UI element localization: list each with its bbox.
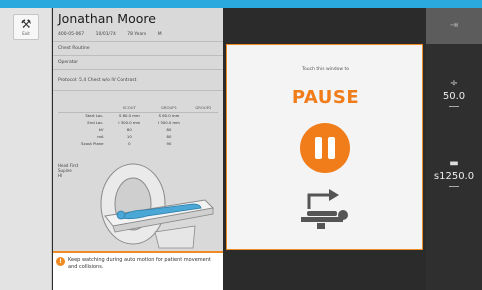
pause-title: PAUSE [291, 87, 360, 108]
divider [53, 41, 223, 42]
operator-label: Operator [58, 60, 79, 65]
pause-button[interactable] [300, 123, 350, 173]
table-position-readout: ▬ s1250.0 [426, 158, 482, 187]
ct-scanner-illustration [100, 163, 215, 249]
patient-info-row: 400-05-067 10/01/74 78 Years M [58, 32, 172, 37]
warning-icon: ! [56, 257, 65, 266]
table-row: Start Loc. S 60.0 mm S 60.0 mm [58, 112, 218, 119]
table-cell: S 60.0 mm [158, 113, 180, 119]
table-header [58, 104, 110, 113]
table-header-row: SCOUT GROUP1 GROUP2 [58, 104, 218, 113]
table-cell [189, 140, 218, 147]
table-cell [189, 133, 218, 140]
divider [449, 106, 459, 107]
table-cell: 80 [166, 134, 172, 139]
table-cell: I 300.0 mm [158, 120, 180, 125]
table-cell: 90 [166, 141, 172, 146]
patient-name: Jonathan Moore [58, 11, 156, 26]
patient-dob: 10/01/74 [95, 32, 116, 37]
scan-parameters-table: SCOUT GROUP1 GROUP2 Start Loc. S 60.0 mm… [58, 104, 218, 147]
divider [53, 90, 223, 91]
right-panel: ⇥ ÷ 50.0 ▬ s1250.0 [426, 8, 482, 290]
table-row: Scout Plane 0 90 [58, 140, 218, 147]
table-cell: 0 [128, 141, 131, 146]
table-row: kV 80 80 [58, 126, 218, 133]
table-row: mA 10 80 [58, 133, 218, 140]
pause-panel[interactable]: Touch this window to PAUSE [226, 44, 423, 250]
patient-panel: Jonathan Moore 400-05-067 10/01/74 78 Ye… [53, 8, 223, 251]
table-row: End Loc. I 300.0 mm I 300.0 mm [58, 119, 218, 126]
exit-button[interactable]: ⇥ [426, 8, 482, 44]
divider [449, 186, 459, 187]
left-rail: ⚒ Exit [0, 8, 52, 290]
protocol-label: Protocol: 5.4 Chest w/o IV Contrast [58, 78, 137, 83]
table-cell: 80 [166, 127, 172, 132]
table-cell [189, 126, 218, 133]
warning-text: Keep watching during auto motion for pat… [68, 257, 211, 270]
table-cell: Scout Plane [81, 141, 104, 146]
tools-button-label: Exit [22, 31, 30, 36]
warning-banner: ! Keep watching during auto motion for p… [53, 251, 223, 290]
divider [53, 55, 223, 56]
height-icon: ÷ [449, 78, 459, 89]
table-height-readout: ÷ 50.0 [426, 78, 482, 107]
patient-age: 78 Years [127, 32, 147, 37]
table-cell: 10 [126, 134, 132, 139]
table-position-value: s1250.0 [433, 171, 475, 182]
table-cell [189, 112, 218, 119]
exit-icon: ⇥ [449, 20, 459, 31]
table-cell: mA [97, 134, 104, 139]
table-motion-icon [301, 189, 348, 229]
table-cell: kV [98, 127, 104, 132]
table-position-icon: ▬ [449, 158, 459, 169]
exam-description: Chest Routine [58, 46, 90, 51]
patient-sex: M [157, 32, 162, 37]
table-cell: I 300.0 mm [118, 120, 141, 125]
table-cell: S 60.0 mm [118, 113, 140, 119]
top-status-bar [0, 0, 482, 8]
table-header: GROUP2 [188, 104, 218, 113]
table-header: GROUP1 [149, 104, 189, 113]
table-header: SCOUT [109, 104, 150, 113]
table-cell: End Loc. [87, 120, 104, 125]
table-cell: 80 [126, 127, 132, 132]
tools-button[interactable]: ⚒ Exit [13, 14, 39, 40]
table-height-value: 50.0 [442, 91, 466, 102]
tools-icon: ⚒ [20, 17, 32, 31]
divider [53, 69, 223, 70]
patient-id: 400-05-067 [58, 32, 85, 37]
table-cell [189, 119, 218, 126]
table-cell: Start Loc. [85, 113, 104, 119]
pause-hint: Touch this window to [301, 67, 349, 72]
